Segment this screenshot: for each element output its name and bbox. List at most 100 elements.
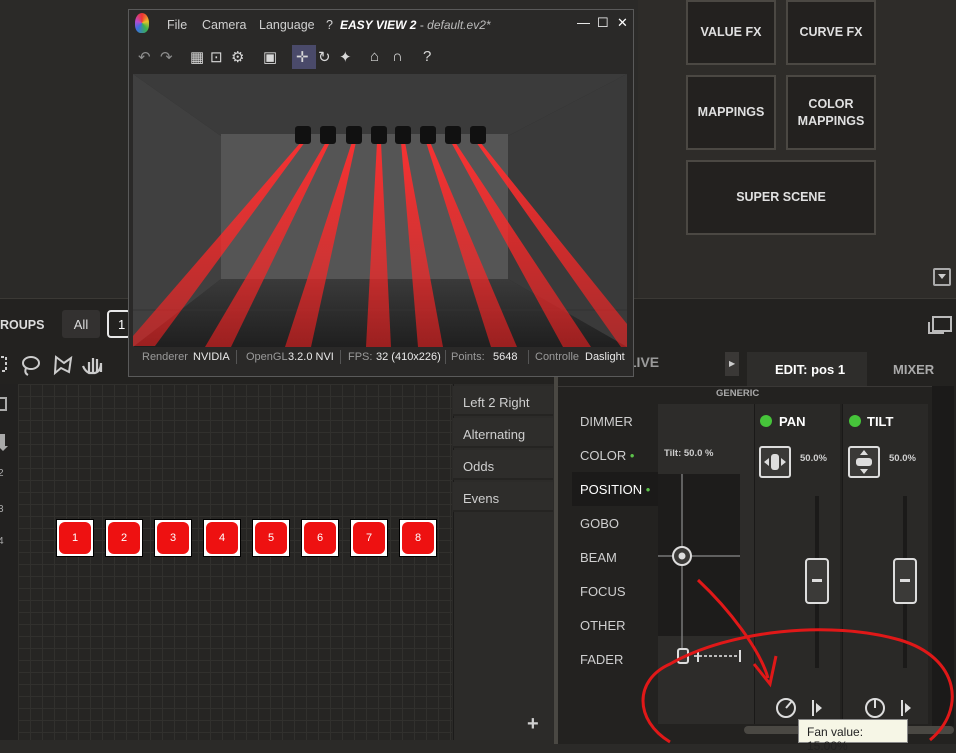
pattern-left-2-right[interactable]: Left 2 Right [453,386,553,416]
mappings-button[interactable]: MAPPINGS [686,75,776,150]
maximize-button[interactable]: ☐ [597,15,609,31]
3d-viewport[interactable] [133,74,627,347]
pan-arrows-icon [764,454,786,470]
category-label: OTHER [580,618,626,633]
expand-arrow-icon[interactable]: ▶ [725,352,739,376]
category-position[interactable]: POSITION • [572,472,658,506]
truss-icon[interactable]: ⌂ [370,48,379,65]
fps-label: FPS: [348,351,373,363]
chart-icon[interactable]: ▣ [263,48,277,66]
fixture-layout-grid[interactable] [18,384,452,740]
svg-text:2: 2 [0,468,4,479]
category-label: POSITION [580,482,643,497]
groups-label: ROUPS [0,318,45,332]
fan-value-tooltip: Fan value: 15.00% [798,719,908,753]
fixture-number: 8 [402,522,434,554]
category-label: COLOR [580,448,627,463]
curve-fx-button[interactable]: CURVE FX [786,0,876,65]
status-separator [340,350,341,364]
pattern-alternating[interactable]: Alternating [453,418,553,448]
status-separator [528,350,529,364]
category-color[interactable]: COLOR • [572,438,658,472]
rect-select-icon [0,356,7,372]
redo-icon[interactable]: ↷ [160,48,173,66]
category-label: DIMMER [580,414,633,429]
pattern-evens[interactable]: Evens [453,482,553,512]
menu-file[interactable]: File [167,18,187,32]
window-title: EASY VIEW 2 - default.ev2* [340,18,491,32]
tilt-enabled-led[interactable] [849,415,861,427]
fixture-number: 3 [157,522,189,554]
save-icon[interactable]: ⊡ [210,48,223,66]
fixture-number: 7 [353,522,385,554]
file-name: default.ev2* [427,18,491,32]
category-label: GOBO [580,516,620,531]
tilt-label: TILT [867,414,894,429]
pan-enabled-led[interactable] [760,415,772,427]
close-button[interactable]: ✕ [617,15,628,31]
group-all-button[interactable]: All [62,310,100,338]
polygon-select-icon [53,355,73,376]
move-icon[interactable]: ✛ [296,48,309,66]
app-name: EASY VIEW 2 [340,18,417,32]
lasso-icon [22,356,40,370]
pan-label: PAN [779,414,806,429]
value-fx-button[interactable]: VALUE FX [686,0,776,65]
tilt-value: 50.0% [889,453,916,464]
svg-text:4: 4 [0,536,4,547]
fixture-cell[interactable]: 4 [203,519,241,557]
tab-edit[interactable]: EDIT: pos 1 [747,352,867,386]
renderer-value: NVIDIA [193,351,230,363]
category-label: FOCUS [580,584,626,599]
collapse-icon[interactable] [933,268,951,286]
fixture-cell[interactable]: 6 [301,519,339,557]
gear-icon[interactable]: ⚙ [231,48,244,66]
hand-icon [81,358,103,375]
undo-icon[interactable]: ↶ [138,48,151,66]
opengl-label: OpenGL [246,351,288,363]
layout-icon[interactable]: ▦ [190,48,204,66]
menu-camera[interactable]: Camera [202,18,246,32]
tilt-icon[interactable] [848,446,880,478]
help-icon[interactable]: ? [423,48,431,65]
headphones-icon[interactable]: ∩ [392,48,403,65]
fixture-cell[interactable]: 5 [252,519,290,557]
menu-language[interactable]: Language [259,18,315,32]
sparkle-icon[interactable]: ✦ [339,48,352,66]
tilt-readout: Tilt: 50.0 % [664,448,714,459]
detach-window-icon[interactable] [928,316,952,334]
menu-help[interactable]: ? [326,18,333,32]
fps-value: 32 (410x226) [376,351,441,363]
fixture-cell[interactable]: 1 [56,519,94,557]
pattern-odds[interactable]: Odds [453,450,553,480]
points-value: 5648 [493,351,518,363]
category-dimmer[interactable]: DIMMER [572,404,658,438]
svg-text:3: 3 [0,504,4,515]
generic-label: GENERIC [716,388,760,399]
opengl-value: 3.2.0 NVI [288,351,334,363]
stage-render [133,74,627,347]
add-pattern-button[interactable]: + [527,713,539,736]
category-label: BEAM [580,550,617,565]
renderer-label: Renderer [142,351,188,363]
fixture-cell[interactable]: 7 [350,519,388,557]
fixture-cell[interactable]: 2 [105,519,143,557]
super-scene-button[interactable]: SUPER SCENE [686,160,876,235]
rotate-icon[interactable]: ↻ [318,48,331,66]
tab-divider [558,386,932,387]
minimize-button[interactable]: — [577,15,590,30]
tab-mixer[interactable]: MIXER [893,362,934,377]
category-gobo[interactable]: GOBO [572,506,658,540]
align-tools: 2 3 4 [0,397,8,547]
fixture-number: 2 [108,522,140,554]
layout-tools [0,355,103,376]
fixture-number: 1 [59,522,91,554]
fixture-cell[interactable]: 8 [399,519,437,557]
fixture-number: 6 [304,522,336,554]
pan-value: 50.0% [800,453,827,464]
controller-value: Daslight [585,351,625,363]
color-mappings-button[interactable]: COLOR MAPPINGS [786,75,876,150]
easy-view-toolbar [129,42,633,72]
pan-icon[interactable] [759,446,791,478]
fixture-cell[interactable]: 3 [154,519,192,557]
